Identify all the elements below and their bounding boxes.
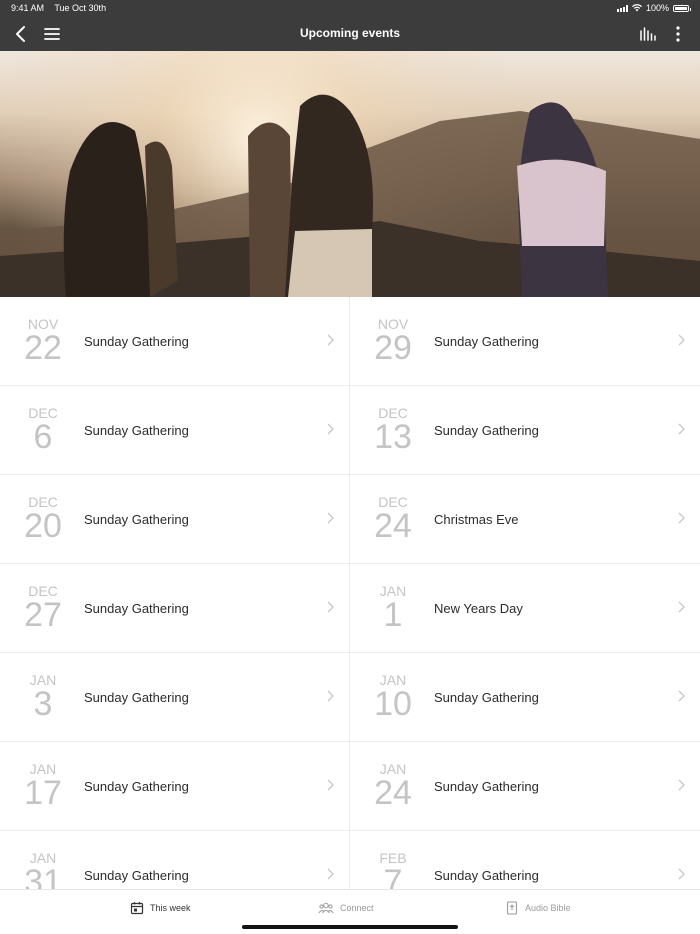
event-title: Sunday Gathering: [84, 512, 189, 527]
status-bar: 9:41 AM Tue Oct 30th 100%: [0, 0, 700, 17]
event-title: Christmas Eve: [434, 512, 519, 527]
event-title: New Years Day: [434, 601, 523, 616]
status-time: 9:41 AM: [11, 3, 45, 13]
tab-label: Connect: [340, 903, 374, 913]
tab-this-week[interactable]: This week: [130, 899, 191, 917]
tab-label: Audio Bible: [525, 903, 571, 913]
chevron-right-icon: [327, 868, 334, 880]
event-date: DEC 24: [369, 495, 417, 543]
event-card[interactable]: DEC 20 Sunday Gathering: [0, 475, 350, 564]
event-date: JAN 1: [369, 584, 417, 632]
tab-audio-bible[interactable]: Audio Bible: [505, 899, 571, 917]
event-title: Sunday Gathering: [84, 334, 189, 349]
event-card[interactable]: JAN 10 Sunday Gathering: [350, 653, 700, 742]
event-card[interactable]: FEB 7 Sunday Gathering: [350, 831, 700, 889]
event-date: JAN 10: [369, 673, 417, 721]
equalizer-icon: [640, 27, 656, 41]
event-card[interactable]: JAN 1 New Years Day: [350, 564, 700, 653]
event-day: 31: [24, 863, 62, 889]
event-card[interactable]: DEC 27 Sunday Gathering: [0, 564, 350, 653]
event-day: 1: [383, 596, 403, 634]
chevron-right-icon: [327, 512, 334, 524]
event-day: 29: [374, 329, 412, 367]
event-date: FEB 7: [369, 851, 417, 889]
event-title: Sunday Gathering: [434, 779, 539, 794]
event-card[interactable]: JAN 31 Sunday Gathering: [0, 831, 350, 889]
chevron-right-icon: [327, 423, 334, 435]
event-title: Sunday Gathering: [84, 601, 189, 616]
page-title: Upcoming events: [299, 26, 401, 40]
event-card[interactable]: JAN 3 Sunday Gathering: [0, 653, 350, 742]
chevron-right-icon: [678, 690, 685, 702]
battery-percent: 100%: [645, 3, 669, 13]
event-date: NOV 29: [369, 317, 417, 365]
event-card[interactable]: DEC 6 Sunday Gathering: [0, 386, 350, 475]
event-date: JAN 3: [19, 673, 67, 721]
chevron-right-icon: [678, 512, 685, 524]
event-date: JAN 31: [19, 851, 67, 889]
chevron-right-icon: [678, 601, 685, 613]
event-day: 13: [374, 418, 412, 456]
events-list: NOV 22 Sunday Gathering NOV 29 Sunday Ga…: [0, 297, 700, 889]
event-card[interactable]: JAN 17 Sunday Gathering: [0, 742, 350, 831]
event-card[interactable]: DEC 13 Sunday Gathering: [350, 386, 700, 475]
more-options-button[interactable]: [666, 22, 690, 46]
event-date: JAN 17: [19, 762, 67, 810]
chevron-right-icon: [678, 779, 685, 791]
tab-connect[interactable]: Connect: [318, 899, 374, 917]
event-date: DEC 13: [369, 406, 417, 454]
navigation-bar: Upcoming events: [0, 17, 700, 51]
hero-image: [0, 51, 700, 297]
event-date: DEC 6: [19, 406, 67, 454]
event-title: Sunday Gathering: [84, 868, 189, 883]
event-day: 22: [24, 329, 62, 367]
stats-button[interactable]: [636, 22, 660, 46]
event-title: Sunday Gathering: [84, 779, 189, 794]
event-day: 6: [33, 418, 53, 456]
event-card[interactable]: NOV 29 Sunday Gathering: [350, 297, 700, 386]
event-day: 3: [33, 685, 53, 723]
wifi-icon: [631, 4, 642, 12]
event-title: Sunday Gathering: [434, 868, 539, 883]
event-day: 24: [374, 507, 412, 545]
event-day: 27: [24, 596, 62, 634]
people-icon: [318, 902, 334, 914]
event-day: 24: [374, 774, 412, 812]
chevron-right-icon: [327, 690, 334, 702]
event-date: DEC 27: [19, 584, 67, 632]
event-day: 10: [374, 685, 412, 723]
event-day: 7: [383, 863, 403, 889]
event-title: Sunday Gathering: [434, 423, 539, 438]
event-card[interactable]: NOV 22 Sunday Gathering: [0, 297, 350, 386]
chevron-right-icon: [327, 334, 334, 346]
signal-icon: [616, 4, 628, 12]
tab-label: This week: [150, 903, 191, 913]
event-day: 20: [24, 507, 62, 545]
chevron-right-icon: [678, 423, 685, 435]
battery-icon: [673, 4, 691, 12]
event-title: Sunday Gathering: [84, 690, 189, 705]
calendar-icon: [130, 902, 144, 915]
status-date: Tue Oct 30th: [54, 3, 107, 13]
chevron-right-icon: [678, 334, 685, 346]
event-title: Sunday Gathering: [434, 334, 539, 349]
event-date: JAN 24: [369, 762, 417, 810]
home-indicator: [242, 925, 458, 929]
chevron-right-icon: [327, 779, 334, 791]
more-vertical-icon: [676, 26, 680, 42]
event-title: Sunday Gathering: [434, 690, 539, 705]
event-date: NOV 22: [19, 317, 67, 365]
tab-bar: This week Connect Audio Bible: [0, 889, 700, 934]
event-day: 17: [24, 774, 62, 812]
chevron-right-icon: [327, 601, 334, 613]
chevron-right-icon: [678, 868, 685, 880]
bible-icon: [506, 901, 518, 915]
event-date: DEC 20: [19, 495, 67, 543]
event-card[interactable]: DEC 24 Christmas Eve: [350, 475, 700, 564]
event-title: Sunday Gathering: [84, 423, 189, 438]
event-card[interactable]: JAN 24 Sunday Gathering: [350, 742, 700, 831]
